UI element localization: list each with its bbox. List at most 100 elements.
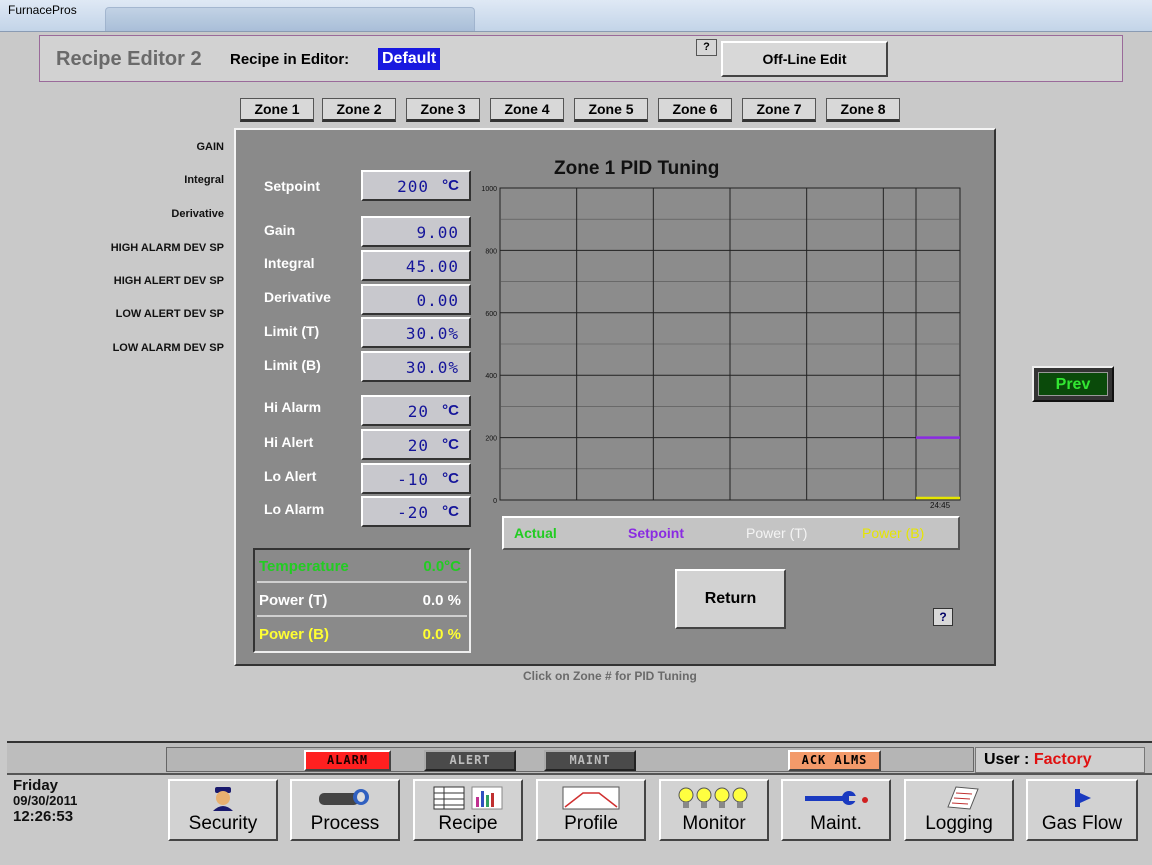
lo-alert-value: -10 (397, 470, 429, 489)
y-tick-label: 600 (485, 311, 497, 318)
gain-value: 9.00 (416, 223, 459, 242)
recipe-name: Default (378, 48, 441, 70)
legend-power-t: Power (T) (746, 525, 808, 541)
time-label: 12:26:53 (13, 808, 74, 825)
legend-power-b: Power (B) (862, 525, 925, 541)
readouts-panel: Temperature 0.0°C Power (T) 0.0 % Power … (253, 548, 471, 653)
help-question-icon[interactable]: ? (933, 608, 953, 626)
setpoint-label: Setpoint (264, 178, 320, 194)
tab-zone-4[interactable]: Zone 4 (490, 98, 564, 122)
off-line-edit-button[interactable]: Off-Line Edit (721, 41, 888, 77)
ack-alarms-button[interactable]: ACK ALMS (788, 750, 881, 771)
setpoint-field[interactable]: 200 °C (361, 170, 471, 201)
side-label-low-alert-dev-sp: LOW ALERT DEV SP (115, 308, 224, 320)
y-tick-label: 0 (493, 498, 497, 505)
maint-indicator[interactable]: MAINT (544, 750, 636, 771)
gain-field[interactable]: 9.00 (361, 216, 471, 247)
maint-label: Maint. (810, 813, 862, 834)
lo-alert-field[interactable]: -10 °C (361, 463, 471, 494)
limit-t-value: 30.0% (405, 324, 459, 343)
logging-button[interactable]: Logging (904, 779, 1014, 841)
monitor-button[interactable]: Monitor (659, 779, 769, 841)
power-t-readout: Power (T) 0.0 % (257, 585, 467, 617)
power-b-value: 0.0 % (422, 626, 461, 643)
tab-zone-6[interactable]: Zone 6 (658, 98, 732, 122)
alert-indicator[interactable]: ALERT (424, 750, 516, 771)
side-label-high-alert-dev-sp: HIGH ALERT DEV SP (113, 275, 224, 287)
derivative-value: 0.00 (416, 291, 459, 310)
furnace-tube-icon (292, 781, 398, 811)
power-b-readout: Power (B) 0.0 % (257, 619, 467, 651)
pid-tuning-dialog: Setpoint 200 °C Gain 9.00 Integral 45.00… (234, 128, 996, 666)
tab-zone-2[interactable]: Zone 2 (322, 98, 396, 122)
side-label-integral: Integral (184, 174, 224, 186)
hint-text: Click on Zone # for PID Tuning (523, 669, 697, 683)
y-tick-label: 800 (485, 248, 497, 255)
tab-zone-8[interactable]: Zone 8 (826, 98, 900, 122)
hi-alarm-field[interactable]: 20 °C (361, 395, 471, 426)
monitor-label: Monitor (682, 813, 746, 834)
maint-button[interactable]: Maint. (781, 779, 891, 841)
hi-alarm-label: Hi Alarm (264, 399, 322, 415)
y-tick-label: 1000 (481, 186, 497, 193)
legend-actual: Actual (514, 525, 557, 541)
lo-alarm-value: -20 (397, 503, 429, 522)
logging-label: Logging (925, 813, 993, 834)
profile-graph-icon (538, 781, 644, 811)
date-time-display: Friday 09/30/2011 12:26:53 (13, 778, 153, 838)
setpoint-unit: °C (442, 177, 459, 194)
derivative-field[interactable]: 0.00 (361, 284, 471, 315)
lo-alarm-unit: °C (442, 503, 459, 520)
lo-alert-label: Lo Alert (264, 468, 317, 484)
integral-field[interactable]: 45.00 (361, 250, 471, 281)
side-label-high-alarm-dev-sp: HIGH ALARM DEV SP (110, 242, 224, 254)
tab-zone-3[interactable]: Zone 3 (406, 98, 480, 122)
power-b-label: Power (B) (259, 626, 330, 643)
profile-button[interactable]: Profile (536, 779, 646, 841)
wrench-icon (783, 781, 889, 811)
return-button[interactable]: Return (675, 569, 786, 629)
date-label: 09/30/2011 (13, 793, 78, 808)
alarm-indicator[interactable]: ALARM (304, 750, 391, 771)
limit-b-field[interactable]: 30.0% (361, 351, 471, 382)
gas-flow-button[interactable]: Gas Flow (1026, 779, 1138, 841)
limit-b-label: Limit (B) (264, 357, 321, 373)
gas-valve-icon (1028, 781, 1136, 811)
recipe-button[interactable]: Recipe (413, 779, 523, 841)
gain-label: Gain (264, 222, 296, 238)
tab-zone-5[interactable]: Zone 5 (574, 98, 648, 122)
derivative-label: Derivative (264, 289, 331, 305)
limit-t-field[interactable]: 30.0% (361, 317, 471, 348)
temperature-label: Temperature (259, 558, 349, 575)
power-t-value: 0.0 % (422, 592, 461, 609)
pid-trend-chart: 0 200 400 600 800 1000 24:45 (481, 186, 961, 510)
security-button[interactable]: Security (168, 779, 278, 841)
x-tick-label: 24:45 (930, 501, 951, 510)
prev-button-label: Prev (1038, 372, 1108, 396)
tab-zone-1[interactable]: Zone 1 (240, 98, 314, 122)
security-label: Security (188, 813, 258, 834)
chart-legend: Actual Setpoint Power (T) Power (B) (502, 516, 960, 550)
side-label-low-alarm-dev-sp: LOW ALARM DEV SP (112, 342, 224, 354)
hi-alert-label: Hi Alert (264, 434, 314, 450)
lo-alarm-field[interactable]: -20 °C (361, 496, 471, 527)
power-t-label: Power (T) (259, 592, 328, 609)
user-indicator: User : Factory (975, 747, 1145, 773)
lo-alert-unit: °C (442, 470, 459, 487)
user-name: Factory (1033, 751, 1092, 768)
integral-label: Integral (264, 255, 315, 271)
limit-t-label: Limit (T) (264, 323, 320, 339)
recipe-table-chart-icon (415, 781, 521, 811)
hi-alert-value: 20 (407, 436, 429, 455)
help-button[interactable]: ? (696, 39, 717, 56)
limit-b-value: 30.0% (405, 358, 459, 377)
page-title: Recipe Editor 2 (56, 48, 202, 70)
gas-flow-label: Gas Flow (1041, 813, 1123, 834)
profile-label: Profile (564, 813, 618, 834)
process-button[interactable]: Process (290, 779, 400, 841)
hi-alert-field[interactable]: 20 °C (361, 429, 471, 460)
tab-zone-7[interactable]: Zone 7 (742, 98, 816, 122)
header-bar: Recipe Editor 2 Recipe in Editor: Defaul… (39, 35, 1123, 82)
prev-button[interactable]: Prev (1032, 366, 1114, 402)
chart-title: Zone 1 PID Tuning (554, 158, 720, 179)
